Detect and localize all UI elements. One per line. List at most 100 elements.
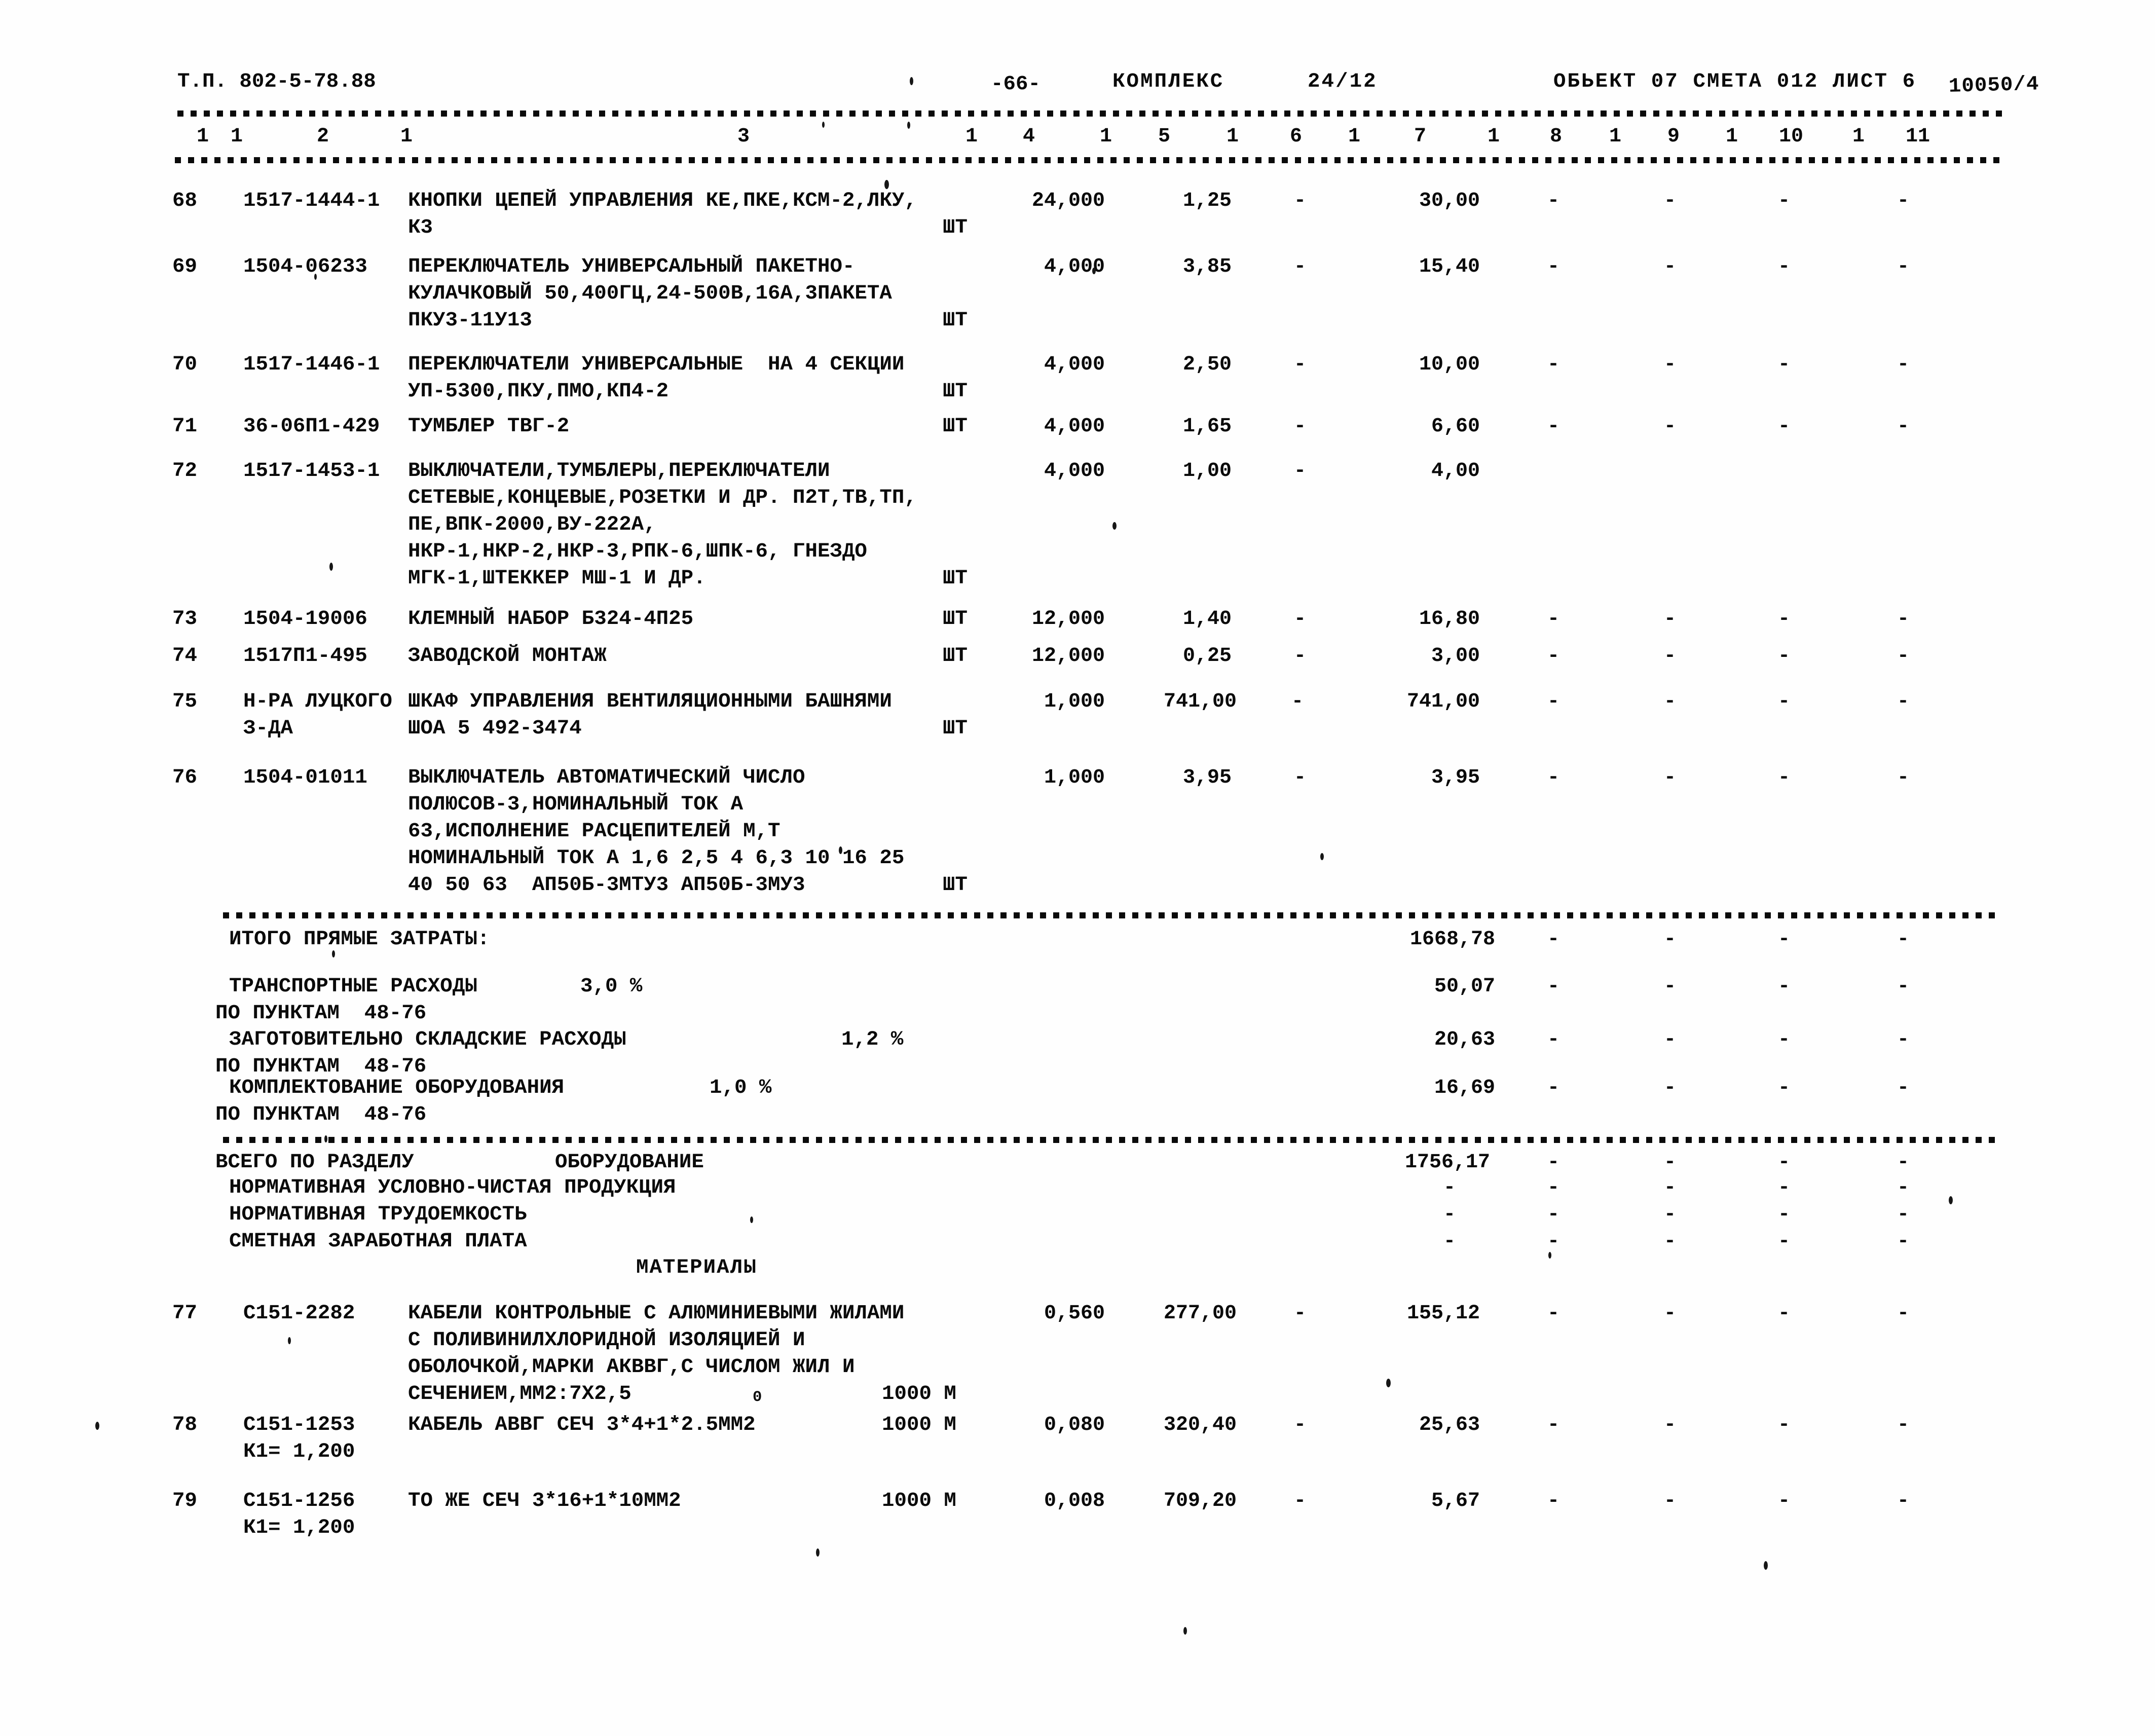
row-code-second: З-ДА: [243, 717, 293, 740]
scan-speck: [910, 77, 913, 85]
row-col9: -: [1663, 645, 1676, 668]
storage-items-range: ПО ПУНКТАМ 48-76: [215, 1055, 427, 1078]
scan-speck: [314, 274, 317, 280]
section-total-name: ОБОРУДОВАНИЕ: [555, 1151, 704, 1174]
row-col10: -: [1777, 1302, 1790, 1325]
row-description: ОБОЛОЧКОЙ,МАРКИ АКВВГ,С ЧИСЛОМ ЖИЛ И: [408, 1356, 855, 1379]
row-number: 79: [172, 1490, 197, 1512]
row-number: 73: [172, 608, 197, 631]
labor-intensity-label: НОРМАТИВНАЯ ТРУДОЕМКОСТЬ: [229, 1203, 527, 1226]
row-number: 74: [172, 645, 197, 668]
scan-speck: [907, 122, 910, 129]
row-description: ПЕРЕКЛЮЧАТЕЛЬ УНИВЕРСАЛЬНЫЙ ПАКЕТНО-: [408, 255, 855, 278]
row-col6: -: [1293, 353, 1306, 376]
row-description: ШКАФ УПРАВЛЕНИЯ ВЕНТИЛЯЦИОННЫМИ БАШНЯМИ: [408, 690, 892, 713]
row-description: ТО ЖЕ СЕЧ 3*16+1*10ММ2: [408, 1490, 681, 1512]
labor-col7: -: [1443, 1203, 1456, 1226]
row-price: 320,40: [1163, 1414, 1237, 1436]
column-label-6: 6: [1290, 125, 1303, 148]
row-col6: -: [1293, 190, 1306, 212]
row-col9: -: [1663, 415, 1676, 438]
direct-costs-col9: -: [1663, 928, 1676, 951]
row-number: 78: [172, 1414, 197, 1436]
row-price: 1,00: [1182, 460, 1232, 483]
row-number: 77: [172, 1302, 197, 1325]
row-description: ПОЛЮСОВ-3,НОМИНАЛЬНЫЙ ТОК А: [408, 793, 744, 816]
row-stray-mark: 0: [753, 1389, 762, 1406]
row-col9: -: [1663, 1302, 1676, 1325]
storage-costs-label: ЗАГОТОВИТЕЛЬНО СКЛАДСКИЕ РАСХОДЫ: [229, 1028, 626, 1051]
section-total-col8: -: [1547, 1151, 1559, 1174]
column-sep-1: 1: [231, 125, 243, 148]
row-description: КНОПКИ ЦЕПЕЙ УПРАВЛЕНИЯ КЕ,ПКЕ,КСМ-2,ЛКУ…: [408, 190, 917, 212]
row-unit: ШТ: [943, 567, 968, 590]
transport-costs-percent: 3,0 %: [580, 975, 643, 998]
equipment-items-range: ПО ПУНКТАМ 48-76: [215, 1103, 427, 1126]
row-col8: -: [1547, 690, 1559, 713]
scan-speck: [1320, 853, 1324, 860]
page-number: -66-: [991, 73, 1041, 96]
row-col10: -: [1777, 190, 1790, 212]
equipment-complete-value: 16,69: [1434, 1077, 1495, 1099]
row-description: С ПОЛИВИНИЛХЛОРИДНОЙ ИЗОЛЯЦИЕЙ И: [408, 1329, 805, 1352]
row-price: 1,40: [1182, 608, 1232, 631]
column-label-11: 11: [1906, 125, 1930, 148]
row-code: 1504-06233: [243, 255, 367, 278]
row-number: 75: [172, 690, 197, 713]
wage-col10: -: [1777, 1230, 1790, 1253]
scan-speck: [884, 180, 889, 189]
row-code: С151-1256: [243, 1490, 355, 1512]
row-description: 40 50 63 АП50Б-3МТУ3 АП50Б-3МУ3: [408, 874, 805, 897]
equipment-col8: -: [1547, 1077, 1559, 1099]
row-col6: -: [1293, 415, 1306, 438]
row-total: 6,60: [1431, 415, 1480, 438]
row-description: ВЫКЛЮЧАТЕЛИ,ТУМБЛЕРЫ,ПЕРЕКЛЮЧАТЕЛИ: [408, 460, 830, 483]
row-description: УП-5300,ПКУ,ПМО,КП4-2: [408, 380, 669, 403]
row-col9: -: [1663, 1414, 1676, 1436]
row-quantity: 12,000: [1031, 608, 1105, 631]
row-quantity: 0,008: [1044, 1490, 1105, 1512]
column-sep-9: 1: [1726, 125, 1738, 148]
column-label-8: 8: [1550, 125, 1563, 148]
scan-speck: [750, 1216, 753, 1223]
row-price: 2,50: [1182, 353, 1232, 376]
row-description: КУЛАЧКОВЫЙ 50,400ГЦ,24-500В,16А,3ПАКЕТА: [408, 282, 892, 305]
row-col11: -: [1897, 766, 1909, 789]
row-col8: -: [1547, 1490, 1559, 1512]
scan-speck: [1548, 1252, 1551, 1259]
net-output-label: НОРМАТИВНАЯ УСЛОВНО-ЧИСТАЯ ПРОДУКЦИЯ: [229, 1176, 676, 1199]
row-description: ТУМБЛЕР ТВГ-2: [408, 415, 570, 438]
document-page: Т.П. 802-5-78.88 -66- КОМПЛЕКС 24/12 ОБЬ…: [0, 0, 2155, 1736]
row-col8: -: [1547, 645, 1559, 668]
row-description: МГК-1,ШТЕККЕР МШ-1 И ДР.: [408, 567, 706, 590]
row-description: НОМИНАЛЬНЫЙ ТОК А 1,6 2,5 4 6,3 10 16 25: [408, 847, 905, 870]
estimated-wage-label: СМЕТНАЯ ЗАРАБОТНАЯ ПЛАТА: [229, 1230, 527, 1253]
equipment-col11: -: [1897, 1077, 1909, 1099]
column-sep-6: 1: [1348, 125, 1361, 148]
transport-col11: -: [1897, 975, 1909, 998]
row-col9: -: [1663, 690, 1676, 713]
row-col8: -: [1547, 1414, 1559, 1436]
net-output-col11: -: [1897, 1176, 1909, 1199]
row-total: 25,63: [1419, 1414, 1480, 1436]
direct-costs-value: 1668,78: [1409, 928, 1495, 951]
row-price: 277,00: [1163, 1302, 1237, 1325]
row-description: ВЫКЛЮЧАТЕЛЬ АВТОМАТИЧЕСКИЙ ЧИСЛО: [408, 766, 805, 789]
row-col9: -: [1663, 766, 1676, 789]
row-description: ПКУ3-11У13: [408, 309, 532, 332]
scan-speck: [1949, 1196, 1953, 1204]
storage-col10: -: [1777, 1028, 1790, 1051]
equipment-complete-percent: 1,0 %: [710, 1077, 772, 1099]
column-label-9: 9: [1667, 125, 1680, 148]
row-quantity: 4,000: [1044, 460, 1105, 483]
sheet-code: 10050/4: [1948, 73, 2040, 98]
net-output-col9: -: [1663, 1176, 1676, 1199]
column-label-5: 5: [1158, 125, 1171, 148]
scan-speck: [288, 1337, 291, 1344]
row-col8: -: [1547, 608, 1559, 631]
row-price: 709,20: [1163, 1490, 1237, 1512]
row-unit: ШТ: [943, 717, 968, 740]
section-total-label: ВСЕГО ПО РАЗДЕЛУ: [215, 1151, 414, 1174]
row-col10: -: [1777, 255, 1790, 278]
direct-costs-col8: -: [1547, 928, 1559, 951]
